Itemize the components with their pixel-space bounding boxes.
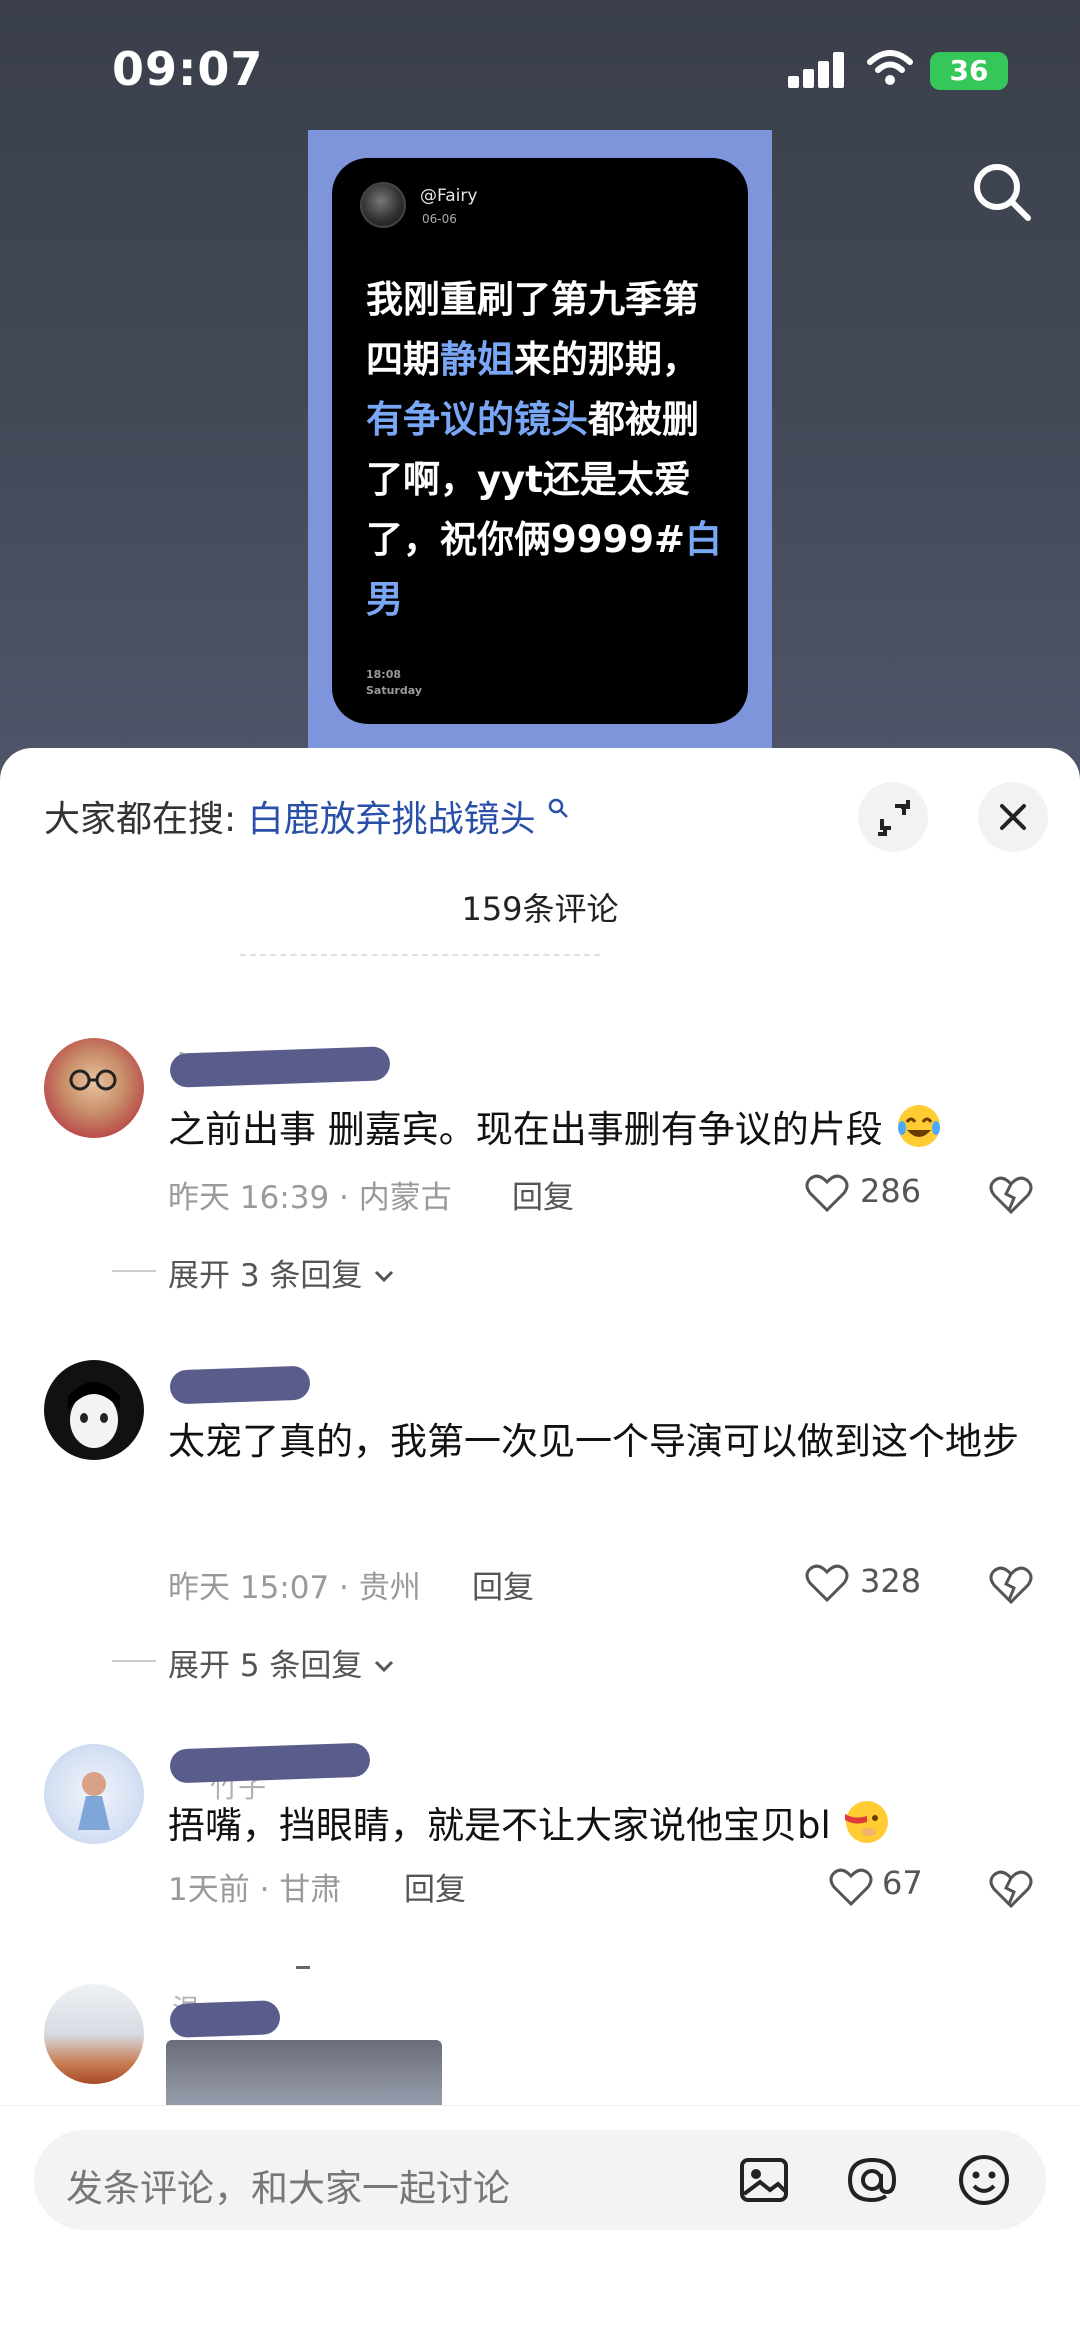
avatar[interactable] — [44, 1744, 144, 1844]
comment-text-body: 捂嘴，挡眼睛，就是不让大家说他宝贝bl — [168, 1804, 831, 1847]
comment-input-bar: 发条评论，和大家一起讨论 — [0, 2105, 1080, 2337]
glasses-icon — [69, 1069, 117, 1091]
shushing-face-emoji-icon — [844, 1801, 888, 1843]
reply-button[interactable]: 回复 — [512, 1172, 574, 1217]
post-clock: 18:08 — [366, 668, 402, 681]
username-redaction — [169, 1365, 311, 1405]
search-icon[interactable] — [970, 160, 1034, 224]
status-bar: 09:07 36 — [0, 0, 1080, 140]
heart-icon[interactable] — [828, 1866, 874, 1908]
post-text-highlight: 有争议的镜头 — [366, 398, 588, 441]
expand-replies-button[interactable]: 展开 3 条回复 — [111, 1250, 396, 1295]
post-card: @Fairy 06-06 我刚重刷了第九季第四期静姐来的那期，有争议的镜头都被删… — [332, 158, 748, 724]
comment-meta: 1天前 · 甘肃 — [168, 1872, 342, 1908]
trending-search[interactable]: 大家都在搜: 白鹿放弃挑战镜头 — [44, 790, 569, 842]
post-avatar — [360, 182, 406, 228]
close-button[interactable] — [978, 782, 1048, 852]
post-day: Saturday — [366, 684, 422, 697]
post-date: 06-06 — [422, 212, 457, 226]
signal-icon — [788, 52, 846, 88]
like-count: 67 — [882, 1864, 923, 1902]
battery-icon: 36 — [930, 52, 1008, 90]
like-count: 286 — [860, 1172, 922, 1210]
comment-text-body: 之前出事 删嘉宾。现在出事删有争议的片段 — [168, 1108, 883, 1151]
doll-icon — [78, 1772, 110, 1830]
broken-heart-icon[interactable] — [988, 1564, 1034, 1606]
avatar[interactable] — [44, 1984, 144, 2084]
broken-heart-icon[interactable] — [988, 1868, 1034, 1910]
avatar[interactable] — [44, 1360, 144, 1460]
username-redaction — [169, 1046, 391, 1088]
status-time: 09:07 — [112, 42, 264, 96]
comment-meta: 昨天 16:39 · 内蒙古 — [168, 1180, 452, 1216]
small-search-icon — [548, 798, 568, 818]
heart-icon[interactable] — [804, 1562, 850, 1604]
scroll-marker — [296, 1966, 310, 1969]
chevron-down-icon — [375, 1270, 394, 1283]
anime-girl-icon — [68, 1382, 120, 1448]
broken-heart-icon[interactable] — [988, 1174, 1034, 1216]
comment-input[interactable]: 发条评论，和大家一起讨论 — [34, 2130, 1046, 2230]
comment-meta: 昨天 15:07 · 贵州 — [168, 1570, 421, 1606]
expand-replies-label: 展开 3 条回复 — [168, 1258, 363, 1294]
comment-sheet: 大家都在搜: 白鹿放弃挑战镜头 159条评论 Aurora — [0, 748, 1080, 2337]
wifi-icon — [867, 50, 913, 85]
reply-button[interactable]: 回复 — [472, 1562, 534, 1607]
scroll-fade-divider — [240, 954, 600, 960]
trending-keyword[interactable]: 白鹿放弃挑战镜头 — [248, 799, 536, 840]
avatar[interactable] — [44, 1038, 144, 1138]
expand-replies-button[interactable]: 展开 5 条回复 — [111, 1640, 396, 1685]
laughing-tears-emoji-icon — [897, 1105, 940, 1147]
battery-level: 36 — [949, 54, 989, 87]
username-redaction — [169, 2000, 281, 2038]
post-username: @Fairy — [420, 186, 478, 206]
expand-button[interactable] — [858, 782, 928, 852]
post-text-highlight: 静姐 — [440, 338, 514, 381]
comment-text: 太宠了真的，我第一次见一个导演可以做到这个地步 — [168, 1420, 1019, 1463]
reply-button[interactable]: 回复 — [404, 1864, 466, 1909]
emoji-icon[interactable] — [952, 2148, 1016, 2212]
post-image[interactable]: @Fairy 06-06 我刚重刷了第九季第四期静姐来的那期，有争议的镜头都被删… — [308, 130, 772, 780]
comment-input-placeholder: 发条评论，和大家一起讨论 — [66, 2167, 510, 2210]
trending-prefix: 大家都在搜: — [44, 799, 237, 840]
at-icon[interactable] — [840, 2148, 904, 2212]
comment-image[interactable] — [166, 2040, 442, 2110]
comment-text: 之前出事 删嘉宾。现在出事删有争议的片段 — [168, 1096, 1038, 1164]
expand-icon — [878, 800, 910, 836]
username-redaction — [169, 1742, 371, 1784]
post-text-part: 来的那期， — [514, 338, 699, 381]
like-count: 328 — [860, 1562, 922, 1600]
close-icon — [1000, 804, 1026, 830]
post-text: 我刚重刷了第九季第四期静姐来的那期，有争议的镜头都被删了啊，yyt还是太爱了，祝… — [366, 270, 726, 630]
heart-icon[interactable] — [804, 1172, 850, 1214]
chevron-down-icon — [375, 1660, 394, 1673]
expand-replies-label: 展开 5 条回复 — [168, 1648, 363, 1684]
comment-text: 捂嘴，挡眼睛，就是不让大家说他宝贝bl — [168, 1792, 1038, 1860]
comment-count: 159条评论 — [461, 890, 619, 928]
image-icon[interactable] — [732, 2148, 796, 2212]
